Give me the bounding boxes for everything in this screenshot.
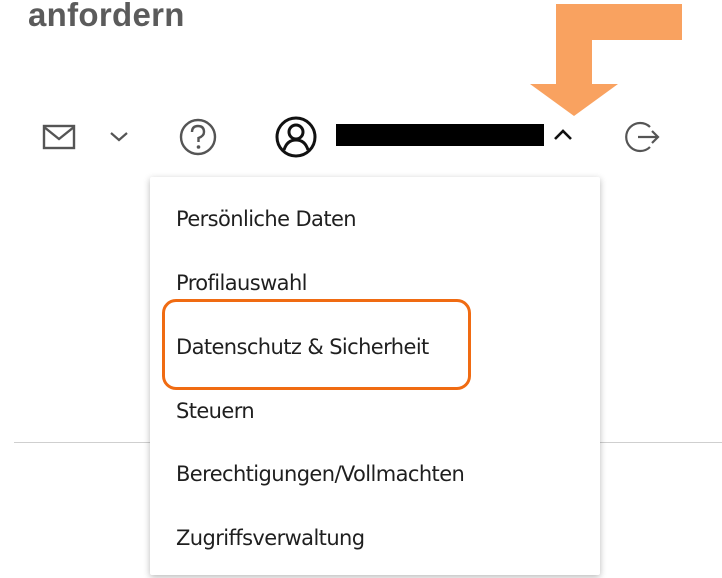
account-dropdown-menu: Persönliche Daten Profilauswahl Datensch…: [150, 177, 600, 575]
menu-item-zugriffsverwaltung[interactable]: Zugriffsverwaltung: [176, 518, 365, 558]
chevron-up-icon[interactable]: [552, 126, 574, 144]
mail-icon[interactable]: [42, 124, 76, 150]
redacted-user-name: [336, 124, 544, 146]
menu-item-profilauswahl[interactable]: Profilauswahl: [176, 263, 307, 303]
chevron-down-icon[interactable]: [108, 128, 130, 144]
header-toolbar: [0, 0, 722, 180]
menu-item-steuern[interactable]: Steuern: [176, 391, 255, 431]
help-icon[interactable]: [178, 117, 218, 157]
user-icon[interactable]: [274, 115, 318, 159]
menu-item-persoenliche-daten[interactable]: Persönliche Daten: [176, 199, 357, 239]
logout-icon[interactable]: [622, 117, 662, 157]
menu-item-datenschutz-sicherheit[interactable]: Datenschutz & Sicherheit: [176, 327, 429, 367]
menu-item-berechtigungen-vollmachten[interactable]: Berechtigungen/Vollmachten: [176, 454, 465, 494]
